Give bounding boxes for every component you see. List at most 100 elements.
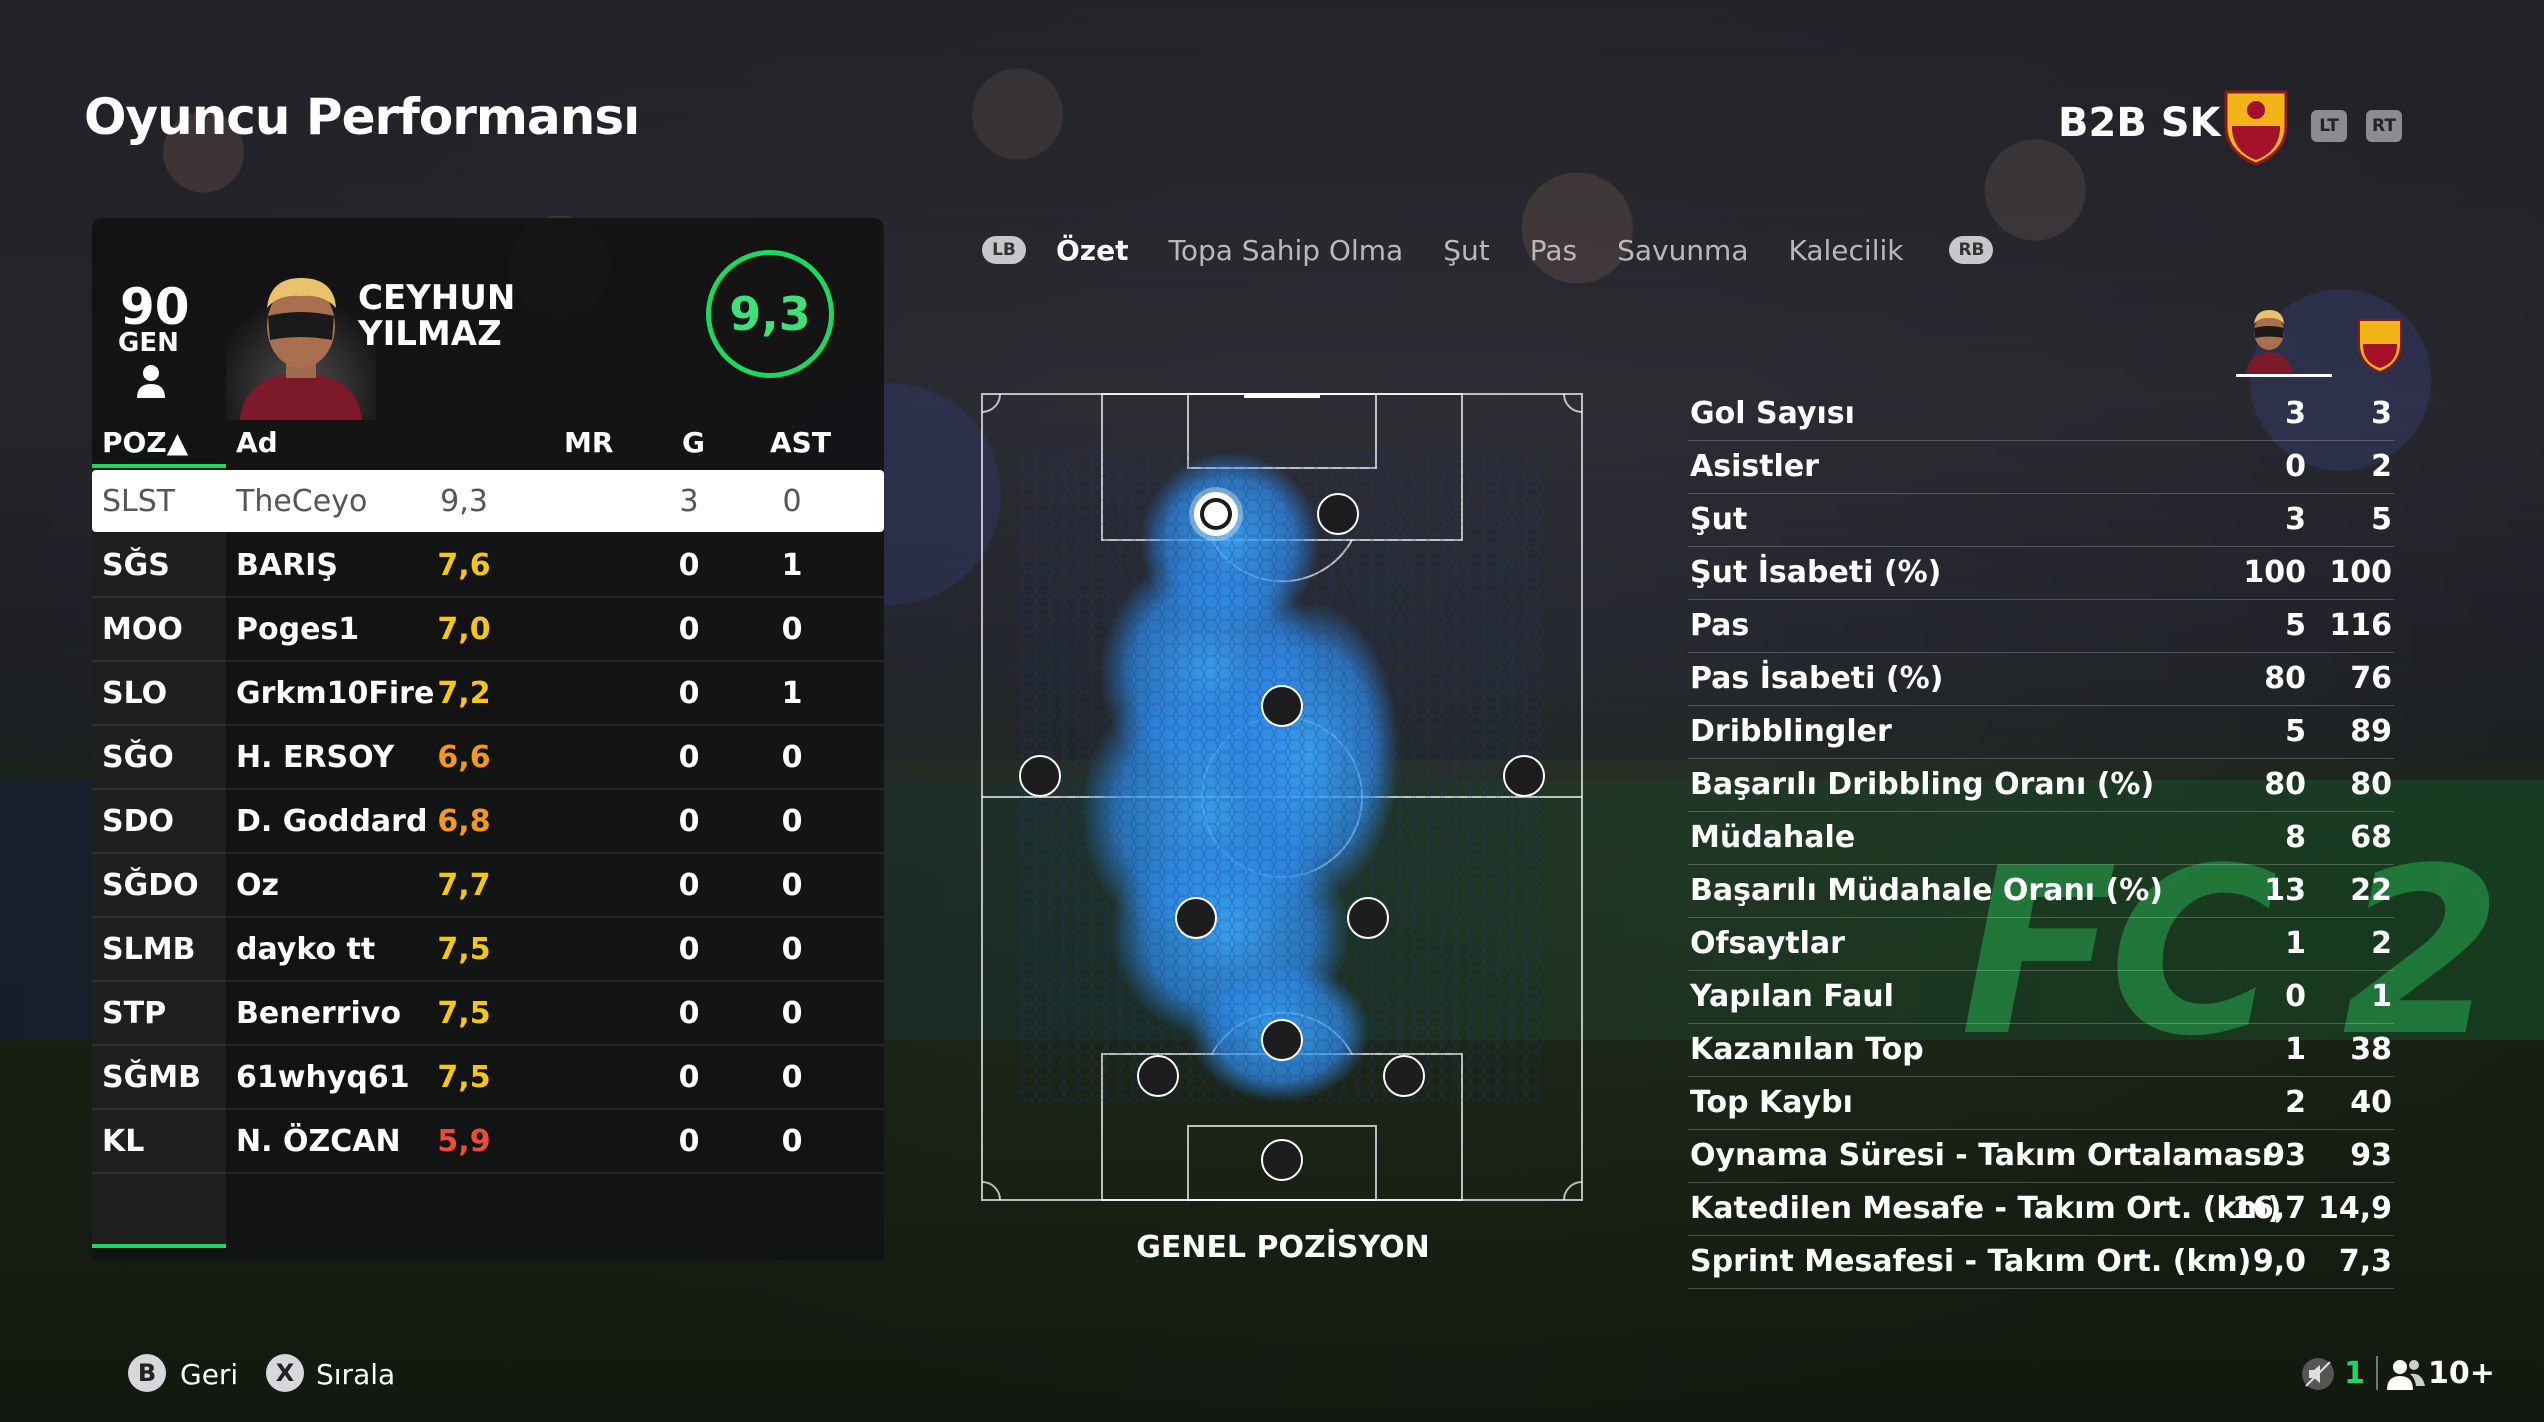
table-row[interactable]: SLMB dayko tt 7,5 0 0 <box>92 918 884 982</box>
cell-rating: 9,3 <box>440 484 488 519</box>
player-table: SLST TheCeyo 9,3 3 0 SĞS BARIŞ 7,6 0 1 M… <box>92 470 884 1174</box>
stat-team-value: 22 <box>2350 873 2392 908</box>
footer-divider <box>2376 1356 2378 1390</box>
stat-player-value: 1 <box>2285 926 2306 961</box>
stat-player-value: 80 <box>2264 767 2306 802</box>
table-row[interactable]: SĞMB 61whyq61 7,5 0 0 <box>92 1046 884 1110</box>
sort-label[interactable]: Sırala <box>316 1358 395 1391</box>
stat-row: Top Kaybı 2 40 <box>1688 1077 2394 1130</box>
cell-rating: 7,0 <box>437 612 491 647</box>
table-row[interactable]: SDO D. Goddard 6,8 0 0 <box>92 790 884 854</box>
table-row[interactable]: SĞDO Oz 7,7 0 0 <box>92 854 884 918</box>
stat-label: Şut <box>1690 502 1748 537</box>
stat-team-value: 38 <box>2350 1032 2392 1067</box>
rb-button[interactable]: RB <box>1949 236 1994 264</box>
cell-position: SĞS <box>102 548 170 583</box>
cell-position: SĞDO <box>102 868 199 903</box>
stat-row: Asistler 0 2 <box>1688 441 2394 494</box>
stat-row: Pas 5 116 <box>1688 600 2394 653</box>
table-row[interactable]: STP Benerrivo 7,5 0 0 <box>92 982 884 1046</box>
stat-player-value: 8 <box>2285 820 2306 855</box>
tab-savunma[interactable]: Savunma <box>1617 234 1748 267</box>
stat-row: Müdahale 8 68 <box>1688 812 2394 865</box>
position-heatmap-pitch <box>981 393 1583 1201</box>
party-count: 1 <box>2344 1356 2365 1391</box>
cell-goals: 0 <box>678 740 700 775</box>
stat-team-value: 5 <box>2371 502 2392 537</box>
stat-row: Pas İsabeti (%) 80 76 <box>1688 653 2394 706</box>
sort-indicator <box>92 464 226 468</box>
cell-name: TheCeyo <box>236 484 368 519</box>
cell-assists: 0 <box>781 612 803 647</box>
cell-position: SĞMB <box>102 1060 201 1095</box>
cell-name: Oz <box>236 868 279 903</box>
stat-player-value: 3 <box>2285 502 2306 537</box>
stat-label: Sprint Mesafesi - Takım Ort. (km) <box>1690 1244 2252 1279</box>
stat-label: Yapılan Faul <box>1690 979 1894 1014</box>
lb-button[interactable]: LB <box>982 236 1026 264</box>
stat-player-value: 9,0 <box>2252 1244 2306 1279</box>
stat-row: Şut 3 5 <box>1688 494 2394 547</box>
person-icon <box>137 365 165 398</box>
heatmap-label: GENEL POZİSYON <box>1136 1230 1430 1265</box>
table-row[interactable]: SĞS BARIŞ 7,6 0 1 <box>92 534 884 598</box>
tab-ozet[interactable]: Özet <box>1056 234 1128 267</box>
table-row[interactable]: MOO Poges1 7,0 0 0 <box>92 598 884 662</box>
stat-team-value: 14,9 <box>2317 1191 2392 1226</box>
stat-label: Şut İsabeti (%) <box>1690 555 1942 590</box>
column-header-poz[interactable]: POZ▲ <box>102 426 188 459</box>
player-avatar-icon <box>2246 310 2292 374</box>
stat-label: Müdahale <box>1690 820 1856 855</box>
tab-pas[interactable]: Pas <box>1530 234 1577 267</box>
table-row[interactable]: SLO Grkm10Fire 7,2 0 1 <box>92 662 884 726</box>
stat-player-value: 2 <box>2285 1085 2306 1120</box>
stat-row: Oynama Süresi - Takım Ortalaması 93 93 <box>1688 1130 2394 1183</box>
stat-row: Katedilen Mesafe - Takım Ort. (km) 16,7 14… <box>1688 1183 2394 1236</box>
stat-label: Dribblingler <box>1690 714 1892 749</box>
stat-row: Yapılan Faul 0 1 <box>1688 971 2394 1024</box>
cell-goals: 0 <box>678 676 700 711</box>
stat-player-value: 5 <box>2285 714 2306 749</box>
column-header-ast[interactable]: AST <box>770 426 831 459</box>
stat-label: Top Kaybı <box>1690 1085 1853 1120</box>
stat-team-value: 76 <box>2350 661 2392 696</box>
cell-position: SĞO <box>102 740 174 775</box>
cell-goals: 0 <box>678 996 700 1031</box>
tab-topa-sahip-olma[interactable]: Topa Sahip Olma <box>1168 234 1403 267</box>
column-header-mr[interactable]: MR <box>564 426 613 459</box>
x-button-icon[interactable]: X <box>266 1354 304 1392</box>
table-row-selected[interactable]: SLST TheCeyo 9,3 3 0 <box>92 470 884 532</box>
stat-label: Asistler <box>1690 449 1819 484</box>
column-header-ad[interactable]: Ad <box>236 426 278 459</box>
stat-player-value: 5 <box>2285 608 2306 643</box>
lt-button[interactable]: LT <box>2311 110 2347 142</box>
stat-player-value: 80 <box>2264 661 2306 696</box>
stat-label: Başarılı Dribbling Oranı (%) <box>1690 767 2155 802</box>
tab-kalecilik[interactable]: Kalecilik <box>1789 234 1904 267</box>
stat-label: Başarılı Müdahale Oranı (%) <box>1690 873 2164 908</box>
column-header-g[interactable]: G <box>682 426 705 459</box>
back-label[interactable]: Geri <box>180 1358 238 1391</box>
stat-row: Ofsaytlar 1 2 <box>1688 918 2394 971</box>
b-button-icon[interactable]: B <box>128 1354 166 1392</box>
stats-tab-bar: LB Özet Topa Sahip Olma Şut Pas Savunma … <box>982 230 1994 270</box>
stat-label: Pas <box>1690 608 1750 643</box>
club-crest-icon <box>2224 90 2288 166</box>
stat-team-value: 80 <box>2350 767 2392 802</box>
cell-assists: 1 <box>781 548 803 583</box>
tab-sut[interactable]: Şut <box>1443 234 1490 267</box>
speaker-muted-icon <box>2302 1358 2334 1390</box>
stat-row: Başarılı Müdahale Oranı (%) 13 22 <box>1688 865 2394 918</box>
cell-name: Poges1 <box>236 612 360 647</box>
cell-assists: 0 <box>781 932 803 967</box>
players-group-icon <box>2387 1360 2425 1390</box>
table-row[interactable]: KL N. ÖZCAN 5,9 0 0 <box>92 1110 884 1174</box>
stat-team-value: 1 <box>2371 979 2392 1014</box>
stat-team-value: 2 <box>2371 926 2392 961</box>
table-row[interactable]: SĞO H. ERSOY 6,6 0 0 <box>92 726 884 790</box>
rt-button[interactable]: RT <box>2366 110 2402 142</box>
stat-label: Katedilen Mesafe - Takım Ort. (km) <box>1690 1191 2282 1226</box>
cell-position: KL <box>102 1124 145 1159</box>
stat-team-value: 93 <box>2350 1138 2392 1173</box>
club-crest-icon <box>2358 319 2402 374</box>
